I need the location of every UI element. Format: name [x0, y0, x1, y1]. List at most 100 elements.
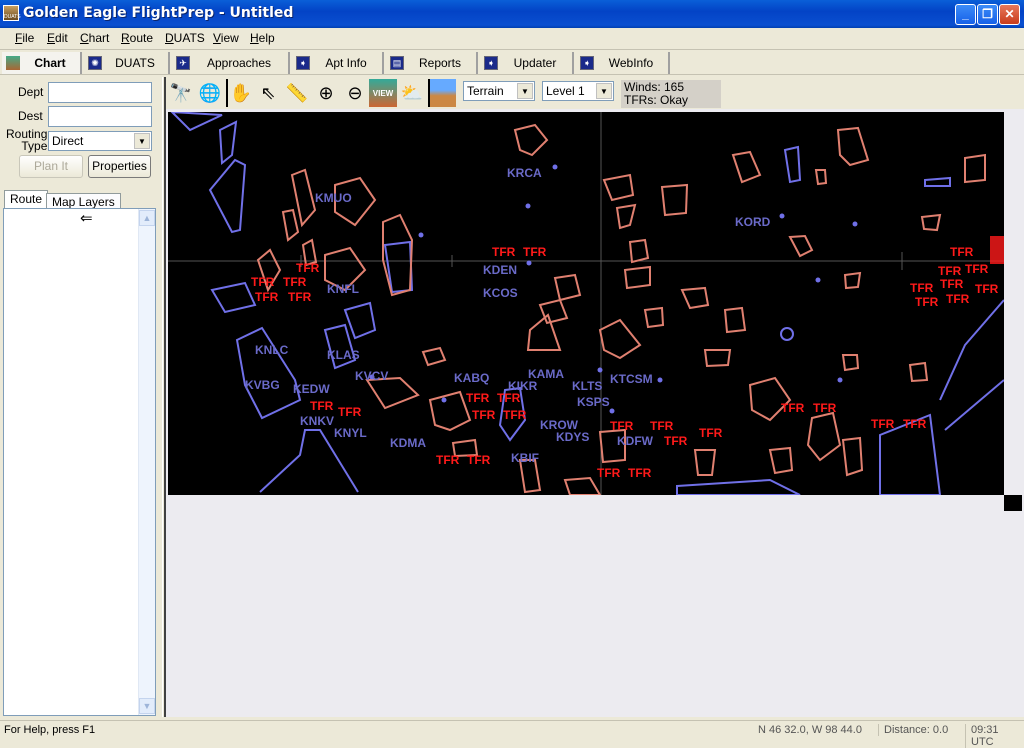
aviation-map[interactable]: KRCA KMUO KORD KDEN KCOS KNFL KNLC KLAS KVCV KVBG… — [168, 112, 1004, 495]
airport-label-kedw[interactable]: KEDW — [293, 382, 330, 396]
tfr-label[interactable]: TFR — [628, 466, 652, 480]
tfr-label[interactable]: TFR — [903, 417, 927, 431]
airport-label-kvbg[interactable]: KVBG — [245, 378, 280, 392]
tfr-label[interactable]: TFR — [492, 245, 516, 259]
airport-label-kabq[interactable]: KABQ — [454, 371, 489, 385]
dest-input[interactable] — [48, 106, 152, 127]
route-list[interactable]: ⇐ ▲ ▼ — [3, 208, 156, 716]
menu-view[interactable]: View — [213, 31, 239, 45]
dept-input[interactable] — [48, 82, 152, 103]
layer-select[interactable]: Terrain ▼ — [463, 81, 535, 101]
tfr-label[interactable]: TFR — [664, 434, 688, 448]
airport-label-krca[interactable]: KRCA — [507, 166, 542, 180]
tfr-label[interactable]: TFR — [497, 391, 521, 405]
tab-approaches[interactable]: ✈ Approaches — [172, 52, 290, 74]
airport-label-klts[interactable]: KLTS — [572, 379, 602, 393]
tfr-label[interactable]: TFR — [436, 453, 460, 467]
tfr-label[interactable]: TFR — [938, 264, 962, 278]
tfr-label[interactable]: TFR — [975, 282, 999, 296]
tfr-label[interactable]: TFR — [915, 295, 939, 309]
tfr-label[interactable]: TFR — [338, 405, 362, 419]
tfr-label[interactable]: TFR — [813, 401, 837, 415]
airport-label-knyl[interactable]: KNYL — [334, 426, 367, 440]
tfr-label[interactable]: TFR — [310, 399, 334, 413]
airport-label-kmuo[interactable]: KMUO — [315, 191, 352, 205]
airport-label-knlc[interactable]: KNLC — [255, 343, 289, 357]
tfr-label[interactable]: TFR — [523, 245, 547, 259]
pan-hand-icon[interactable]: ✋ — [226, 79, 254, 107]
tab-reports[interactable]: ▤ Reports — [386, 52, 478, 74]
tfr-label[interactable]: TFR — [965, 262, 989, 276]
plan-it-button[interactable]: Plan It — [19, 155, 83, 178]
airport-label-kdys[interactable]: KDYS — [556, 430, 589, 444]
select-pointer-icon[interactable]: ⇖ — [254, 79, 282, 107]
airport-label-kbif[interactable]: KBIF — [511, 451, 539, 465]
subtab-route[interactable]: Route — [4, 190, 49, 210]
minimize-button[interactable]: _ — [955, 4, 976, 25]
menu-duats[interactable]: DUATS — [165, 31, 205, 45]
tfr-label[interactable]: TFR — [466, 391, 490, 405]
airport-label-ksps[interactable]: KSPS — [577, 395, 610, 409]
view-map-icon[interactable]: VIEW — [369, 79, 397, 107]
tfr-label[interactable]: TFR — [699, 426, 723, 440]
close-button[interactable]: ✕ — [999, 4, 1020, 25]
tab-webinfo[interactable]: ➧ WebInfo — [576, 52, 670, 74]
menu-help[interactable]: Help — [250, 31, 275, 45]
tab-updater[interactable]: ➧ Updater — [480, 52, 574, 74]
airport-label-kord[interactable]: KORD — [735, 215, 771, 229]
properties-button[interactable]: Properties — [88, 155, 151, 178]
tfr-label[interactable]: TFR — [946, 292, 970, 306]
airport-label-knkv[interactable]: KNKV — [300, 414, 334, 428]
weather-icon[interactable]: ⛅ — [398, 79, 426, 107]
tfr-label[interactable]: TFR — [910, 281, 934, 295]
tab-apt-info[interactable]: ➧ Apt Info — [292, 52, 384, 74]
profile-icon[interactable] — [428, 79, 456, 107]
tfr-label[interactable]: TFR — [597, 466, 621, 480]
restore-button[interactable]: ❐ — [977, 4, 998, 25]
menu-edit[interactable]: Edit — [47, 31, 68, 45]
airport-label-kden[interactable]: KDEN — [483, 263, 517, 277]
airspace-shape — [964, 153, 986, 184]
tfr-label[interactable]: TFR — [781, 401, 805, 415]
tfr-label[interactable]: TFR — [288, 290, 312, 304]
zoom-out-icon[interactable]: ⊖ — [341, 79, 369, 107]
tfr-label[interactable]: TFR — [251, 275, 275, 289]
zoom-in-icon[interactable]: ⊕ — [312, 79, 340, 107]
airport-label-knfl[interactable]: KNFL — [327, 282, 359, 296]
level-select[interactable]: Level 1 ▼ — [542, 81, 614, 101]
tfr-label[interactable]: TFR — [610, 419, 634, 433]
airport-label-kvcv[interactable]: KVCV — [355, 369, 388, 383]
distance-readout: Distance: 0.0 — [878, 724, 948, 736]
globe-icon[interactable]: 🌐 — [196, 79, 224, 107]
airport-label-klas[interactable]: KLAS — [327, 348, 360, 362]
menu-route[interactable]: Route — [121, 31, 153, 45]
routing-type-select[interactable]: Direct ▼ — [48, 131, 152, 151]
tab-chart[interactable]: Chart — [2, 52, 82, 74]
airport-label-ktcsm[interactable]: KTCSM — [610, 372, 653, 386]
tfr-label[interactable]: TFR — [871, 417, 895, 431]
scroll-down-button[interactable]: ▼ — [139, 698, 155, 714]
route-list-scrollbar[interactable]: ▲ ▼ — [138, 209, 155, 715]
tfr-label[interactable]: TFR — [283, 275, 307, 289]
tfr-label[interactable]: TFR — [296, 261, 320, 275]
tfr-label[interactable]: TFR — [467, 453, 491, 467]
scroll-up-button[interactable]: ▲ — [139, 210, 155, 226]
map-resize-handle[interactable] — [1004, 495, 1022, 511]
tab-duats[interactable]: ✺ DUATS — [84, 52, 170, 74]
menu-chart[interactable]: Chart — [80, 31, 109, 45]
back-arrow-icon[interactable]: ⇐ — [80, 209, 93, 227]
tfr-label[interactable]: TFR — [650, 419, 674, 433]
airport-label-kcos[interactable]: KCOS — [483, 286, 518, 300]
binoculars-icon[interactable]: 🔭 — [167, 79, 195, 107]
map-canvas[interactable]: KRCA KMUO KORD KDEN KCOS KNFL KNLC KLAS KVCV KVBG… — [168, 112, 1004, 495]
tfr-label[interactable]: TFR — [472, 408, 496, 422]
tfr-label[interactable]: TFR — [950, 245, 974, 259]
measure-ruler-icon[interactable]: 📏 — [283, 79, 311, 107]
tfr-label[interactable]: TFR — [940, 277, 964, 291]
airport-label-kdma[interactable]: KDMA — [390, 436, 426, 450]
airport-dot — [852, 221, 858, 227]
menu-file[interactable]: File — [15, 31, 34, 45]
airport-label-kdfw[interactable]: KDFW — [617, 434, 654, 448]
tfr-label[interactable]: TFR — [255, 290, 279, 304]
tfr-label[interactable]: TFR — [503, 408, 527, 422]
